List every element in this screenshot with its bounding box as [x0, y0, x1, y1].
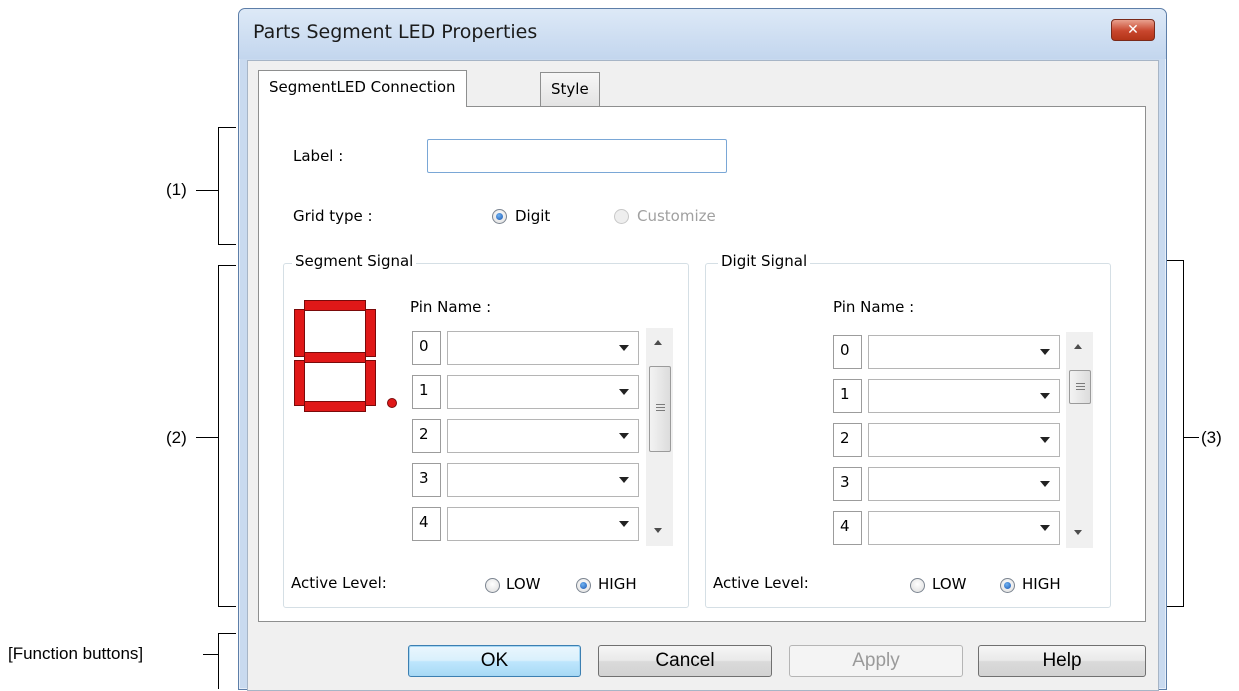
cancel-button[interactable]: Cancel [598, 645, 772, 677]
table-row: 0 [412, 326, 677, 370]
segment-pin-index: 1 [412, 375, 441, 409]
digit-pin-index: 2 [833, 423, 862, 457]
grid-type-customize-label: Customize [637, 207, 716, 225]
chevron-down-icon [619, 433, 629, 439]
table-row: 4 [833, 506, 1098, 550]
table-row: 4 [412, 502, 677, 546]
segment-pin-select[interactable] [447, 507, 639, 541]
tab-segmentled-connection[interactable]: SegmentLED Connection [258, 70, 467, 107]
segment-pin-index: 3 [412, 463, 441, 497]
segment-active-high-radio[interactable] [576, 578, 591, 593]
chevron-down-icon [1040, 481, 1050, 487]
segment-pin-scrollbar[interactable] [646, 328, 673, 546]
ok-button[interactable]: OK [408, 645, 581, 677]
chevron-down-icon [619, 521, 629, 527]
grid-type-digit-label[interactable]: Digit [515, 207, 550, 225]
table-row: 1 [412, 370, 677, 414]
chevron-down-icon [619, 345, 629, 351]
callout-line-buttons [203, 654, 218, 655]
close-icon: ✕ [1127, 22, 1139, 38]
digit-signal-group: Digit Signal Pin Name : 0 1 2 3 4 Active… [705, 252, 1111, 608]
close-button[interactable]: ✕ [1111, 19, 1155, 41]
segment-pin-select[interactable] [447, 331, 639, 365]
help-button[interactable]: Help [978, 645, 1146, 677]
segment-pin-name-caption: Pin Name : [410, 298, 492, 316]
grid-type-customize-radio [614, 209, 629, 224]
tab-panel-segmentled-connection: Label : Grid type : Digit Customize Segm… [258, 106, 1146, 622]
digit-pin-select[interactable] [868, 423, 1060, 457]
dialog-client-area: SegmentLED Connection Style Label : Grid… [247, 60, 1159, 691]
digit-active-low-radio[interactable] [910, 578, 925, 593]
chevron-down-icon [619, 477, 629, 483]
digit-pin-select[interactable] [868, 335, 1060, 369]
callout-bracket-1 [218, 127, 236, 245]
segment-pin-select[interactable] [447, 375, 639, 409]
callout-label-3: (3) [1201, 428, 1222, 447]
digit-pin-select[interactable] [868, 511, 1060, 545]
digit-pin-index: 1 [833, 379, 862, 413]
callout-bracket-2 [218, 265, 236, 607]
table-row: 0 [833, 330, 1098, 374]
digit-pin-index: 0 [833, 335, 862, 369]
scroll-down-icon[interactable] [654, 528, 662, 533]
digit-pin-name-caption: Pin Name : [833, 298, 915, 316]
segment-pin-list: 0 1 2 3 4 [412, 326, 677, 546]
digit-signal-title: Digit Signal [718, 252, 811, 270]
digit-pin-select[interactable] [868, 379, 1060, 413]
segment-pin-index: 0 [412, 331, 441, 365]
chevron-down-icon [1040, 525, 1050, 531]
callout-line-3 [1183, 437, 1199, 438]
digit-active-level-caption: Active Level: [713, 574, 809, 592]
chevron-down-icon [619, 389, 629, 395]
callout-bracket-3 [1167, 260, 1184, 607]
properties-dialog: Parts Segment LED Properties ✕ SegmentLE… [238, 8, 1167, 691]
scroll-down-icon[interactable] [1074, 530, 1082, 535]
label-caption: Label : [293, 147, 344, 165]
segment-active-low-radio[interactable] [485, 578, 500, 593]
grid-type-caption: Grid type : [293, 207, 373, 225]
window-title: Parts Segment LED Properties [253, 21, 538, 43]
scrollbar-thumb[interactable] [1069, 370, 1091, 404]
table-row: 2 [833, 418, 1098, 462]
label-input[interactable] [427, 139, 727, 173]
table-row: 1 [833, 374, 1098, 418]
table-row: 2 [412, 414, 677, 458]
digit-pin-list: 0 1 2 3 4 [833, 330, 1098, 550]
tab-style[interactable]: Style [540, 72, 600, 106]
apply-button: Apply [789, 645, 963, 677]
digit-pin-scrollbar[interactable] [1066, 332, 1093, 548]
title-bar[interactable]: Parts Segment LED Properties ✕ [239, 9, 1166, 59]
segment-signal-title: Segment Signal [292, 252, 417, 270]
chevron-down-icon [1040, 437, 1050, 443]
callout-label-2: (2) [166, 428, 187, 447]
chevron-down-icon [1040, 349, 1050, 355]
callout-label-buttons: [Function buttons] [8, 644, 144, 663]
table-row: 3 [833, 462, 1098, 506]
segment-active-high-label[interactable]: HIGH [598, 575, 637, 593]
callout-line-2 [196, 437, 218, 438]
grid-type-digit-radio[interactable] [492, 209, 507, 224]
segment-pin-index: 4 [412, 507, 441, 541]
callout-bracket-buttons [218, 633, 236, 689]
scroll-up-icon[interactable] [1074, 344, 1082, 349]
segment-pin-select[interactable] [447, 419, 639, 453]
callout-line-1 [196, 190, 218, 191]
chevron-down-icon [1040, 393, 1050, 399]
table-row: 3 [412, 458, 677, 502]
digit-active-high-radio[interactable] [1000, 578, 1015, 593]
digit-active-high-label[interactable]: HIGH [1022, 575, 1061, 593]
scrollbar-thumb[interactable] [649, 366, 671, 452]
segment-pin-select[interactable] [447, 463, 639, 497]
callout-label-1: (1) [166, 180, 187, 199]
seven-segment-led-icon [294, 300, 404, 412]
scroll-up-icon[interactable] [654, 340, 662, 345]
segment-active-low-label[interactable]: LOW [506, 575, 540, 593]
digit-pin-select[interactable] [868, 467, 1060, 501]
segment-active-level-caption: Active Level: [291, 574, 387, 592]
segment-pin-index: 2 [412, 419, 441, 453]
digit-active-low-label[interactable]: LOW [932, 575, 966, 593]
digit-pin-index: 4 [833, 511, 862, 545]
segment-signal-group: Segment Signal Pin Name : 0 1 2 3 4 Acti… [283, 252, 689, 608]
digit-pin-index: 3 [833, 467, 862, 501]
